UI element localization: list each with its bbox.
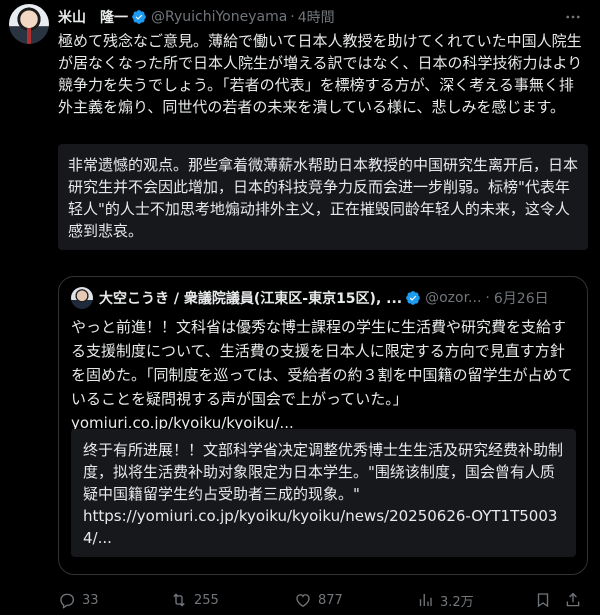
author-display-name[interactable]: 米山 隆一 <box>58 7 128 27</box>
like-button[interactable]: 877 <box>294 591 416 609</box>
more-options-button[interactable] <box>560 6 586 28</box>
author-handle[interactable]: @RyuichiYoneyama <box>151 9 287 25</box>
quoted-tweet-body: やっと前進！！文科省は優秀な博士課程の学生に生活費や研究費を支給する支援制度につ… <box>71 318 573 408</box>
reply-button[interactable]: 33 <box>58 591 170 609</box>
quoted-author-avatar <box>71 287 93 309</box>
share-button[interactable] <box>564 591 590 609</box>
author-avatar[interactable] <box>9 4 49 44</box>
bookmark-icon <box>537 593 549 608</box>
views-count: 3.2万 <box>440 594 474 610</box>
quoted-translation-block: 终于有所进展！！文部科学省决定调整优秀博士生生活及研究经费补助制度，拟将生活费补… <box>71 429 576 557</box>
tweet-text: 極めて残念なご意見。薄給で働いて日本人教授を助けてくれていた中国人院生が居なくな… <box>58 32 583 116</box>
reply-count: 33 <box>82 592 99 608</box>
quoted-tweet[interactable]: 大空こうき / 衆議院議員(江東区-東京15区), ... @ozor... ·… <box>58 276 588 575</box>
repost-button[interactable]: 255 <box>170 591 294 609</box>
verified-badge-icon <box>406 291 420 305</box>
quoted-translation-link[interactable]: https://yomiuri.co.jp/kyoiku/kyoiku/news… <box>83 507 557 547</box>
quoted-post-time: 6月26日 <box>493 291 549 307</box>
repost-count: 255 <box>194 592 219 608</box>
quoted-author-display-name: 大空こうき / 衆議院議員(江東区-東京15区), ... <box>99 291 403 307</box>
more-icon <box>566 15 580 19</box>
separator-dot: · <box>290 9 295 25</box>
quoted-tweet-text: やっと前進！！文科省は優秀な博士課程の学生に生活費や研究費を支給する支援制度につ… <box>71 315 576 435</box>
translation-block: 非常遗憾的观点。那些拿着微薄薪水帮助日本教授的中国研究生离开后，日本研究生并不会… <box>58 144 588 250</box>
quoted-tweet-header: 大空こうき / 衆議院議員(江東区-東京15区), ... @ozor... ·… <box>71 287 577 309</box>
reply-icon <box>60 593 75 609</box>
quoted-translation-text: 终于有所进展！！文部科学省决定调整优秀博士生生活及研究经费补助制度，拟将生活费补… <box>83 441 564 503</box>
repost-icon <box>173 593 185 607</box>
tweet-header: 米山 隆一 @RyuichiYoneyama · 4時間 <box>58 6 590 28</box>
post-time[interactable]: 4時間 <box>298 7 335 27</box>
share-icon <box>566 592 580 607</box>
heart-icon <box>296 594 310 608</box>
views-button[interactable]: 3.2万 <box>416 591 534 610</box>
separator-dot: · <box>485 290 490 306</box>
tweet: 米山 隆一 @RyuichiYoneyama · 4時間 極めて残念なご意見。薄… <box>0 0 600 615</box>
like-count: 877 <box>318 592 343 608</box>
action-bar: 33 255 877 3.2万 <box>58 588 590 612</box>
quoted-author-handle: @ozor... <box>425 290 482 306</box>
bookmark-button[interactable] <box>534 591 564 609</box>
verified-badge-icon <box>132 10 146 24</box>
views-icon <box>419 594 432 606</box>
